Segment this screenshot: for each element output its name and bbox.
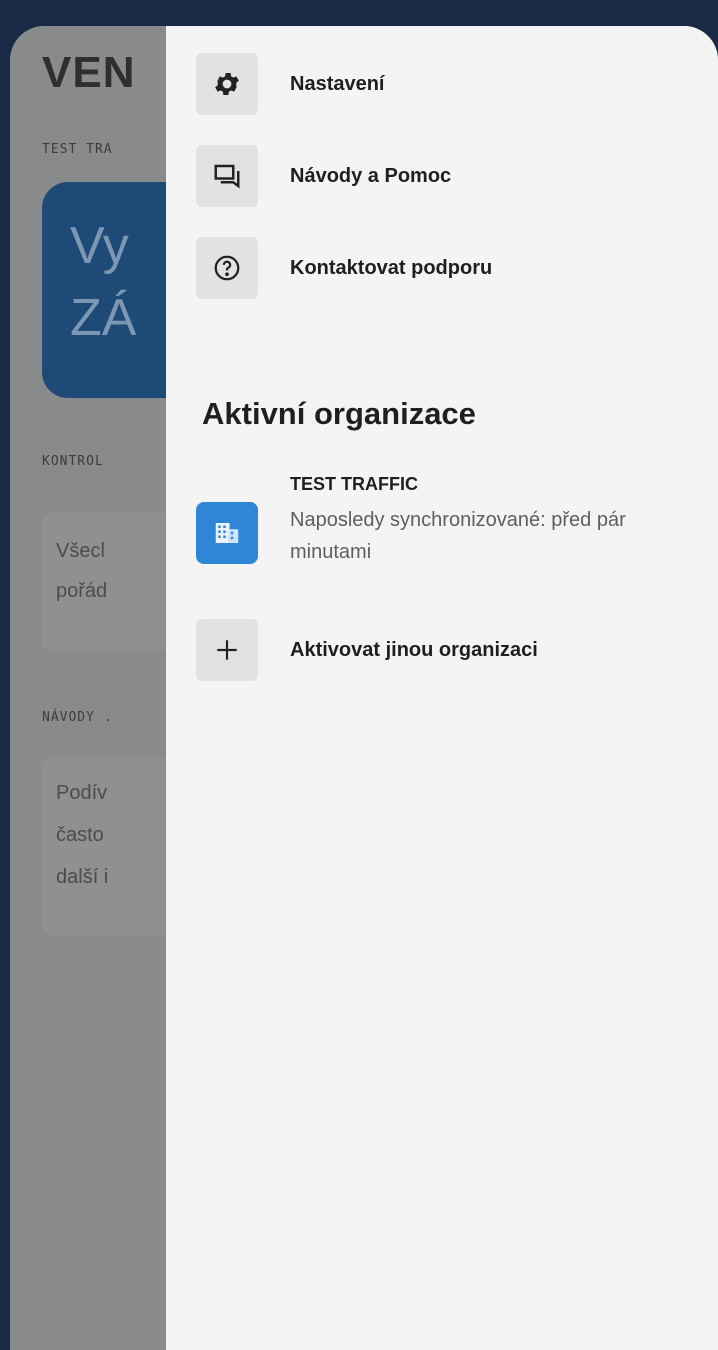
guides-text-2: často (56, 824, 104, 846)
organization-name: TEST TRAFFIC (290, 474, 418, 494)
sync-status: Naposledy synchronizované: před pár minu… (290, 509, 626, 563)
building-icon (196, 502, 258, 564)
menu-item-guides[interactable]: Návody a Pomoc (196, 144, 706, 208)
chat-icon (196, 145, 258, 207)
menu-item-contact-support[interactable]: Kontaktovat podporu (196, 236, 706, 300)
hero-line-1: Vy (70, 217, 129, 275)
control-text-2: pořád (56, 580, 108, 602)
menu-item-label: Kontaktovat podporu (290, 256, 493, 279)
activate-other-label: Aktivovat jinou organizaci (290, 638, 538, 661)
screen: VEN TEST TRA Vy ZÁ KONTROL Všecl pořád N… (10, 26, 718, 1350)
section-title: Aktivní organizace (202, 396, 476, 431)
help-circle-icon (196, 237, 258, 299)
guides-text-3: další i (56, 866, 109, 888)
guides-text-1: Podív (56, 782, 108, 804)
menu-item-label: Návody a Pomoc (290, 164, 452, 187)
gear-icon (196, 53, 258, 115)
menu-item-settings[interactable]: Nastavení (196, 52, 706, 116)
menu-item-label: Nastavení (290, 72, 385, 95)
active-organization[interactable]: TEST TRAFFIC Naposledy synchronizované: … (196, 474, 706, 594)
org-section-label: TEST TRA (42, 142, 113, 157)
app-logo: VEN (42, 48, 136, 97)
control-section-label: KONTROL (42, 454, 104, 469)
activate-other-organization-button[interactable]: Aktivovat jinou organizaci (196, 618, 706, 682)
plus-icon (196, 619, 258, 681)
guides-section-label: NÁVODY . (42, 710, 113, 725)
navigation-drawer: Nastavení Návody a Pomoc Kontaktovat pod… (166, 26, 718, 1350)
hero-line-2: ZÁ (70, 289, 137, 347)
control-text-1: Všecl (56, 540, 105, 562)
